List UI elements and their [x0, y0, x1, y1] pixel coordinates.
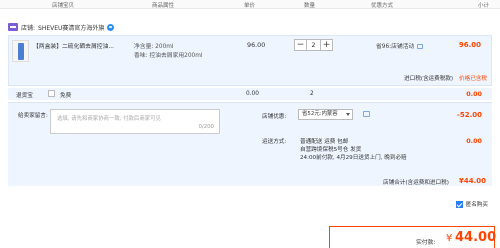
coupon-selected-value: 省52元:内蒙容 — [302, 111, 338, 117]
product-attr-volume: 净含量: 200ml — [134, 44, 174, 50]
shipping-warehouse: 自营跨境保税5号仓 发货 — [300, 147, 362, 153]
col-header-item: 店铺宝贝 — [52, 3, 75, 9]
shipping-label: 运送方式: — [262, 139, 287, 145]
return-insurance-checkbox[interactable] — [48, 90, 55, 97]
quantity-decrement-button[interactable]: − — [294, 39, 307, 51]
col-header-attr: 商品属性 — [152, 3, 175, 9]
anonymous-checkbox[interactable] — [455, 200, 463, 208]
anonymous-label: 匿名购买 — [465, 202, 488, 208]
item-subtotal: 96.00 — [458, 41, 481, 49]
quantity-increment-button[interactable]: + — [320, 39, 333, 51]
promo-text: 省96:店铺活动 — [376, 41, 424, 50]
message-textarea[interactable]: 选填, 请先和商家协商一致, 付款后商家可见 0/200 — [50, 109, 220, 134]
product-thumbnail[interactable] — [12, 40, 29, 62]
tax-value: 价格已含税 — [459, 76, 487, 82]
promo-info-icon[interactable] — [417, 44, 424, 49]
store-row: 店铺: SHEVEU赛清官方海外旗 — [8, 22, 115, 32]
order-options-panel: 给卖家留言: 选填, 请先和商家协商一致, 付款后商家可见 0/200 店铺优惠… — [8, 102, 492, 186]
store-total-value: ¥44.00 — [458, 177, 486, 185]
store-icon — [8, 23, 18, 31]
return-insurance-row: 退货宝 免费 0.00 2 0.00 — [8, 88, 492, 100]
return-insurance-price: 0.00 — [246, 91, 259, 97]
coupon-info-icon[interactable] — [363, 111, 370, 117]
return-insurance-total: 0.00 — [466, 90, 482, 98]
store-name-link[interactable]: SHEVEU赛清官方海外旗 — [38, 23, 104, 32]
message-label: 给卖家留言: — [18, 113, 48, 119]
coupon-discount: -52.00 — [456, 111, 482, 119]
table-header: 店铺宝贝 商品属性 单价 数量 优惠方式 小计 — [0, 0, 500, 9]
return-insurance-qty: 2 — [310, 91, 314, 97]
shipping-eta: 24:00前付款, 4月29日送货上门, 晚到必赔 — [300, 155, 407, 161]
chat-icon[interactable] — [107, 23, 115, 31]
payment-currency: ¥ — [446, 233, 453, 244]
shipping-fee: 0.00 — [466, 137, 482, 145]
shipping-method: 普通配送 运费 包邮 — [300, 139, 349, 145]
product-name-link[interactable]: 【两盒装】二硫化硒去屑控油... — [33, 41, 114, 50]
quantity-stepper: − 2 + — [294, 39, 346, 51]
payment-total: 44.00 — [455, 230, 497, 245]
unit-price: 96.00 — [247, 41, 266, 49]
col-header-subtotal: 小计 — [478, 3, 490, 9]
col-header-price: 单价 — [244, 3, 256, 9]
coupon-label: 店铺优惠: — [262, 114, 287, 120]
message-char-count: 0/200 — [198, 124, 214, 130]
coupon-select[interactable]: 省52元:内蒙容 — [298, 109, 353, 120]
store-label: 店铺: — [21, 24, 36, 32]
payment-label: 实付款: — [416, 240, 436, 246]
col-header-promo: 优惠方式 — [371, 3, 394, 9]
return-insurance-label: 退货宝 — [16, 93, 33, 99]
chevron-down-icon — [346, 113, 350, 116]
tax-label: 进口税(含运费税款) — [404, 76, 454, 82]
quantity-input[interactable]: 2 — [307, 39, 320, 51]
promo-label: 省96:店铺活动 — [376, 44, 415, 50]
product-attr-scent: 香味: 控油去屑家用200ml — [134, 53, 203, 59]
store-total-label: 店铺合计(含运费和进口税) — [383, 180, 449, 186]
message-placeholder: 选填, 请先和商家协商一致, 付款后商家可见 — [57, 116, 161, 122]
col-header-qty: 数量 — [304, 3, 316, 9]
return-insurance-desc: 免费 — [60, 93, 72, 99]
anonymous-purchase[interactable]: 匿名购买 — [455, 200, 488, 208]
payment-summary: 实付款: ¥ 44.00 — [329, 226, 497, 248]
product-row: 【两盒装】二硫化硒去屑控油... 净含量: 200ml 香味: 控油去屑家用20… — [8, 35, 492, 86]
